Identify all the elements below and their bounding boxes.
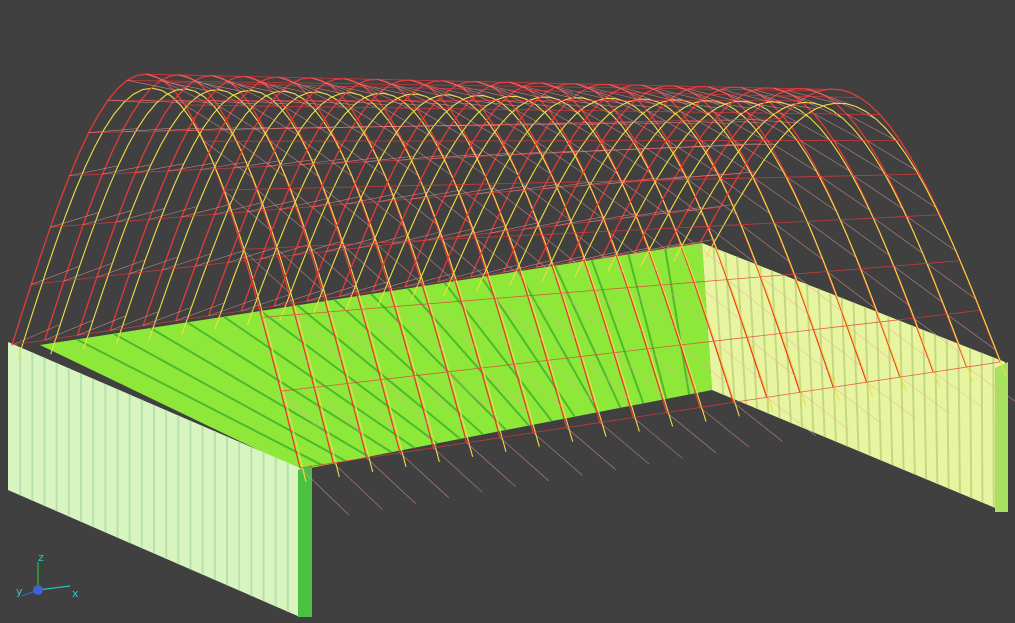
diagonal-brace	[416, 107, 466, 138]
diagonal-brace	[391, 231, 441, 245]
diagonal-brace	[297, 85, 347, 110]
diagonal-brace	[813, 113, 864, 141]
diagonal-brace	[227, 247, 277, 263]
diagonal-brace	[499, 437, 550, 482]
3d-viewport[interactable]: z x y	[0, 0, 1015, 623]
diagonal-brace	[699, 407, 750, 448]
diagonal-brace	[846, 113, 897, 141]
diagonal-brace	[366, 457, 416, 504]
y-axis-label: y	[16, 585, 23, 598]
diagonal-brace	[293, 241, 343, 256]
right-wall-panel-seam	[980, 352, 984, 503]
diagonal-brace	[11, 324, 61, 346]
diagonal-brace	[566, 427, 616, 470]
diagonal-brace	[707, 171, 757, 177]
diagonal-brace	[866, 140, 917, 171]
diagonal-brace	[793, 95, 844, 119]
purlin	[223, 173, 921, 191]
purlin	[184, 104, 881, 116]
diagonal-brace	[383, 107, 433, 138]
front-wall-end-cap	[298, 465, 312, 617]
diagonal-brace	[826, 96, 877, 120]
diagonal-brace	[264, 84, 314, 109]
right-wall-end-cap	[995, 362, 1008, 512]
diagonal-brace	[714, 112, 764, 140]
purlin	[203, 140, 901, 142]
diagonal-brace	[333, 462, 383, 510]
diagonal-brace	[687, 203, 737, 212]
diagonal-brace	[449, 108, 499, 138]
diagonal-brace	[378, 191, 428, 202]
diagonal-brace	[674, 173, 724, 179]
diagonal-brace	[411, 189, 461, 200]
origin-sphere	[33, 585, 43, 595]
diagonal-brace	[350, 107, 400, 138]
axis-triad: z x y	[16, 551, 79, 600]
diagonal-brace	[330, 85, 380, 110]
diagonal-brace	[483, 124, 533, 126]
diagonal-brace	[599, 422, 650, 465]
diagonal-brace	[363, 86, 413, 111]
diagonal-brace	[231, 83, 281, 109]
diagonal-brace	[44, 319, 94, 341]
z-axis-label: z	[38, 551, 44, 564]
diagonal-brace	[666, 412, 717, 454]
x-axis-label: x	[72, 587, 79, 600]
diagonal-brace	[633, 417, 683, 459]
diagonal-brace	[694, 93, 744, 117]
diagonal-brace	[77, 315, 127, 336]
diagonal-brace	[433, 447, 483, 493]
diagonal-brace	[466, 442, 516, 487]
diagonal-brace	[399, 452, 450, 499]
diagonal-brace	[780, 113, 830, 141]
diagonal-brace	[747, 112, 797, 141]
right-wall	[702, 243, 1008, 512]
right-wall-panel-seam	[969, 348, 973, 498]
diagonal-brace	[533, 432, 583, 476]
structure-model-canvas[interactable]	[0, 0, 1015, 623]
